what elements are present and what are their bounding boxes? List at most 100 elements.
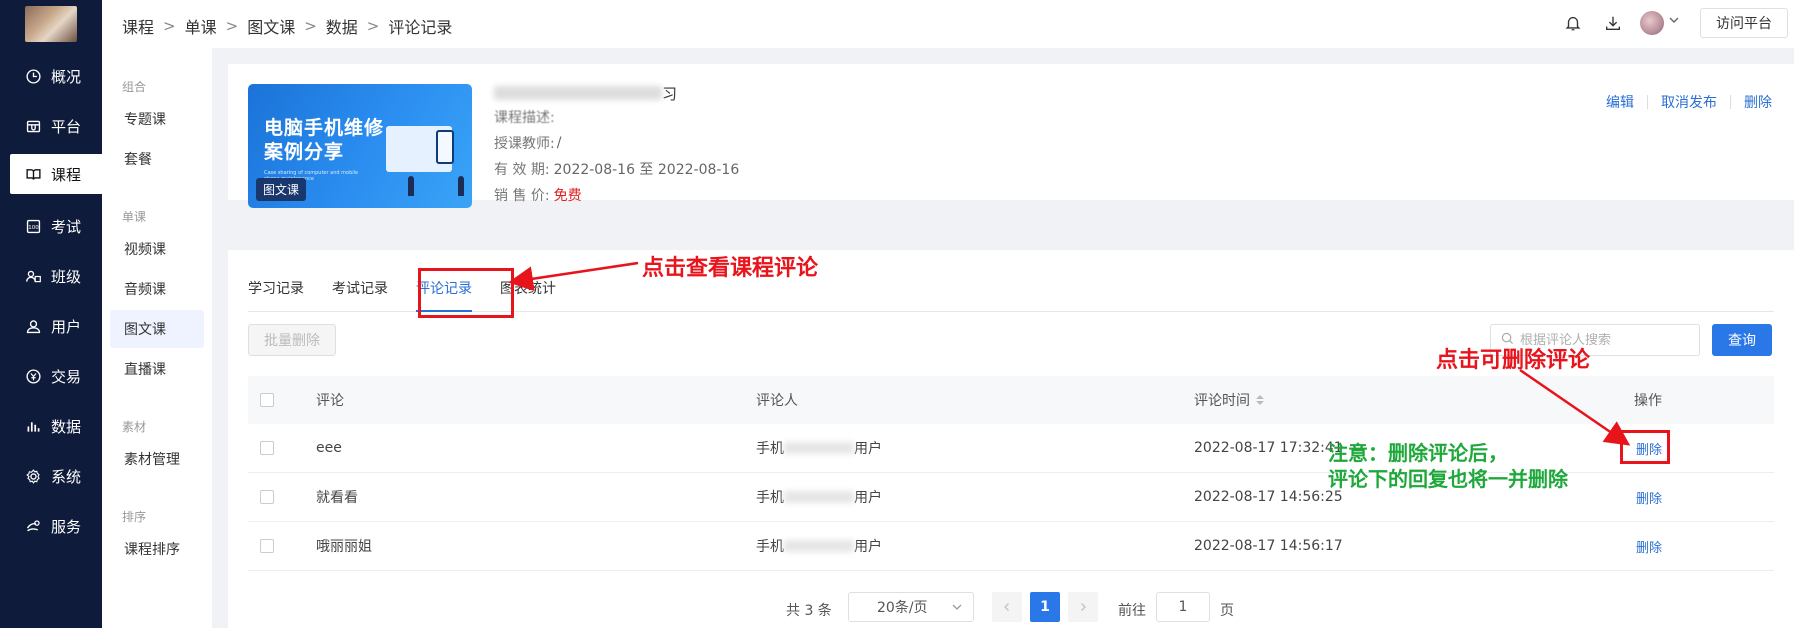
annotation-highlight-tab — [418, 268, 514, 318]
class-icon — [24, 267, 42, 285]
breadcrumb-item[interactable]: 图文课 — [247, 14, 295, 38]
subnav-item-material[interactable]: 素材管理 — [110, 440, 204, 478]
sort-icon[interactable] — [1256, 395, 1264, 405]
subnav-item-live[interactable]: 直播课 — [110, 350, 204, 388]
page-size-select[interactable]: 20条/页 — [848, 592, 974, 622]
next-page-button[interactable] — [1068, 592, 1098, 622]
breadcrumb-item[interactable]: 数据 — [326, 14, 358, 38]
total-count: 共 3 条 — [786, 603, 832, 619]
divider — [1730, 95, 1731, 109]
checkbox[interactable] — [260, 490, 274, 504]
nav-item-label: 交易 — [51, 367, 82, 386]
goto-label: 前往 — [1118, 603, 1146, 619]
comment-text: 哦丽丽姐 — [316, 539, 372, 555]
top-header: 课程 > 单课 > 图文课 > 数据 > 评论记录 访问平台 — [102, 0, 1794, 48]
bulk-delete-button[interactable]: 批量删除 — [248, 324, 336, 356]
col-time[interactable]: 评论时间 — [1194, 376, 1264, 424]
delete-comment-button[interactable]: 删除 — [1636, 473, 1662, 521]
table-header: 评论 评论人 评论时间 操作 — [248, 376, 1774, 424]
subnav-group-title: 排序 — [122, 510, 147, 524]
subnav-group-title: 素材 — [122, 420, 147, 434]
subnav-item-sort[interactable]: 课程排序 — [110, 530, 204, 568]
nav-item-user[interactable]: 用户 — [0, 306, 102, 346]
comment-time: 2022-08-17 17:32:41 — [1194, 440, 1343, 456]
subnav-group-title: 组合 — [122, 80, 147, 94]
row-checkbox[interactable] — [260, 473, 274, 521]
course-validity-row: 有 效 期: 2022-08-16 至 2022-08-16 — [494, 156, 739, 182]
breadcrumb-item[interactable]: 单课 — [185, 14, 217, 38]
visit-platform-button[interactable]: 访问平台 — [1700, 8, 1788, 38]
nav-item-data[interactable]: 数据 — [0, 406, 102, 446]
chevron-down-icon[interactable] — [1668, 14, 1680, 30]
person-illustration — [458, 176, 464, 196]
nav-item-overview[interactable]: 概况 — [0, 56, 102, 96]
tab-exam-records[interactable]: 考试记录 — [332, 278, 388, 298]
nav-item-platform[interactable]: 平台 — [0, 106, 102, 146]
course-actions: 编辑 取消发布 删除 — [1606, 92, 1772, 112]
table-row: 哦丽丽姐 手机 用户 2022-08-17 14:56:17 删除 — [248, 522, 1774, 571]
checkbox[interactable] — [260, 539, 274, 553]
store-icon — [24, 117, 42, 135]
goto-page-input[interactable]: 1 — [1156, 592, 1210, 622]
annotation-note-line: 注意：删除评论后， — [1328, 441, 1508, 465]
page-number-current[interactable]: 1 — [1030, 592, 1060, 622]
download-icon[interactable] — [1602, 12, 1624, 34]
checkbox[interactable] — [260, 393, 274, 407]
breadcrumb-item[interactable]: 课程 — [122, 14, 154, 38]
nav-item-label: 数据 — [51, 417, 82, 436]
course-title: 习 — [494, 82, 739, 104]
nav-item-system[interactable]: 系统 — [0, 456, 102, 496]
bell-icon[interactable] — [1562, 12, 1584, 34]
row-checkbox[interactable] — [260, 424, 274, 472]
unpublish-button[interactable]: 取消发布 — [1661, 92, 1717, 112]
delete-course-button[interactable]: 删除 — [1744, 92, 1772, 112]
main-nav: 概况 平台 课程 100 考试 班级 用户 交易 数据 系统 服务 — [0, 0, 102, 628]
delete-link[interactable]: 删除 — [1636, 537, 1662, 556]
subnav-item-audio[interactable]: 音频课 — [110, 270, 204, 308]
nav-item-label: 班级 — [51, 267, 82, 286]
pagination: 共 3 条 20条/页 1 前往 1 页 — [228, 592, 1794, 624]
nav-item-course[interactable]: 课程 — [10, 154, 102, 194]
edit-course-button[interactable]: 编辑 — [1606, 92, 1634, 112]
avatar[interactable] — [1640, 11, 1664, 35]
subnav-item-topic[interactable]: 专题课 — [110, 100, 204, 138]
svg-text:100: 100 — [28, 225, 39, 231]
page-unit-label: 页 — [1220, 603, 1234, 619]
chevron-down-icon — [951, 601, 963, 617]
nav-item-service[interactable]: 服务 — [0, 506, 102, 546]
course-meta: 习 课程描述: 授课教师: / 有 效 期: 2022-08-16 至 2022… — [494, 82, 739, 208]
course-price-row: 销 售 价: 免费 — [494, 182, 739, 208]
select-all-checkbox[interactable] — [260, 376, 274, 424]
nav-item-exam[interactable]: 100 考试 — [0, 206, 102, 246]
commenter-suffix: 用户 — [854, 539, 882, 555]
breadcrumb-current: 评论记录 — [388, 18, 453, 37]
nav-item-class[interactable]: 班级 — [0, 256, 102, 296]
col-action: 操作 — [1634, 393, 1662, 409]
delete-comment-button[interactable]: 删除 — [1636, 522, 1662, 570]
page-size-value: 20条/页 — [877, 600, 928, 616]
chevron-right-icon: > — [366, 17, 380, 35]
brand-logo[interactable] — [25, 6, 77, 42]
tab-study-records[interactable]: 学习记录 — [248, 278, 304, 298]
commenter-prefix: 手机 — [756, 539, 784, 555]
nav-item-label: 概况 — [51, 67, 82, 86]
checkbox[interactable] — [260, 441, 274, 455]
query-button[interactable]: 查询 — [1712, 324, 1772, 356]
nav-item-label: 考试 — [51, 217, 82, 236]
course-type-badge: 图文课 — [256, 178, 307, 201]
subnav-item-article[interactable]: 图文课 — [110, 310, 204, 348]
thumb-title: 电脑手机维修 案例分享 — [264, 116, 384, 164]
bar-chart-icon — [24, 417, 42, 435]
comment-time: 2022-08-17 14:56:17 — [1194, 538, 1343, 554]
nav-item-trade[interactable]: 交易 — [0, 356, 102, 396]
delete-link[interactable]: 删除 — [1636, 488, 1662, 507]
chevron-right-icon: > — [163, 17, 176, 35]
subnav-item-video[interactable]: 视频课 — [110, 230, 204, 268]
prev-page-button[interactable] — [992, 592, 1022, 622]
redacted-phone — [784, 442, 854, 454]
commenter-prefix: 手机 — [756, 441, 784, 457]
teacher-label: 授课教师: — [494, 136, 555, 152]
chevron-right-icon: > — [304, 17, 317, 35]
subnav-item-package[interactable]: 套餐 — [110, 140, 204, 178]
row-checkbox[interactable] — [260, 522, 274, 570]
